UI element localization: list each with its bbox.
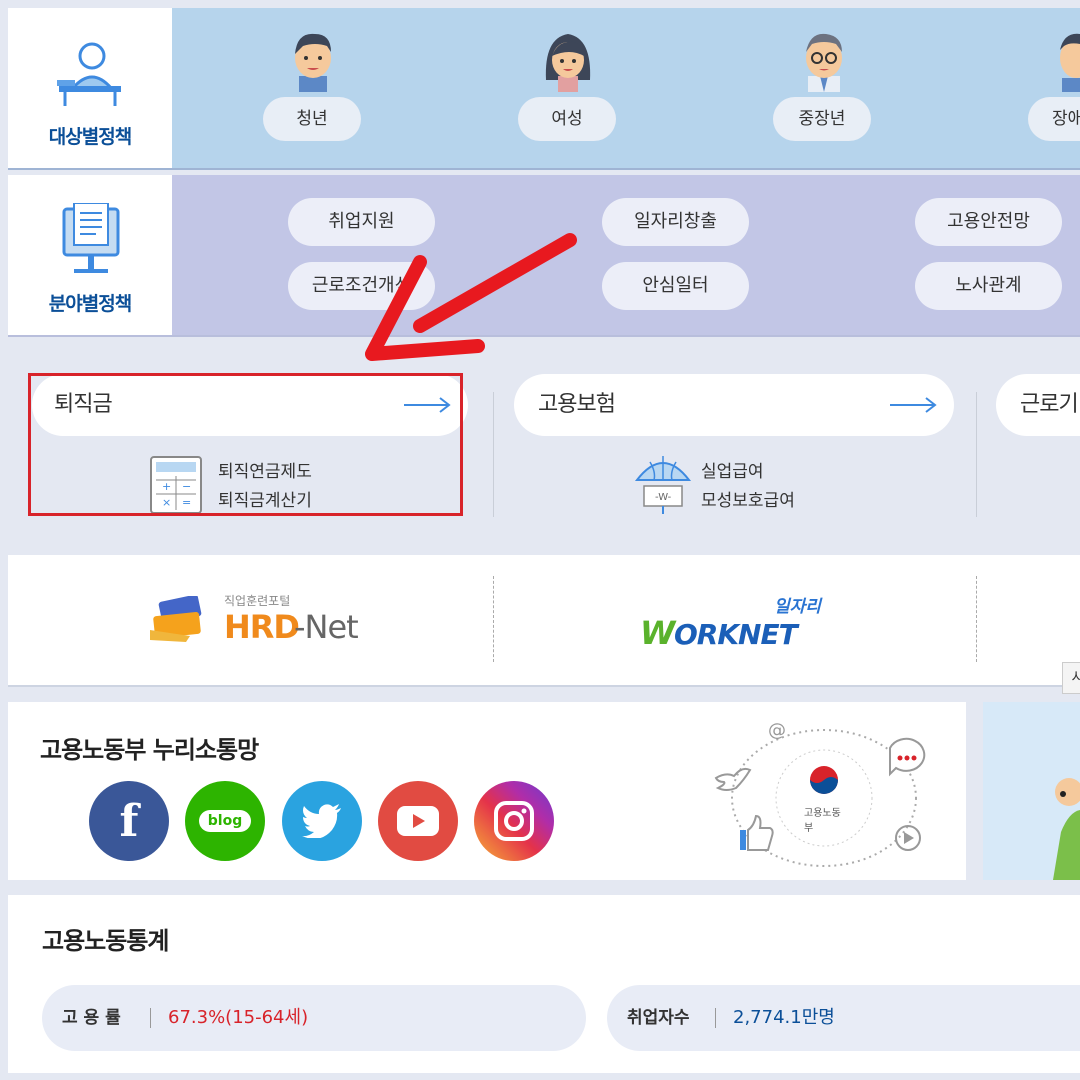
employed-persons-label: 취업자수 [627, 1008, 690, 1028]
hrd-net-name-a: HRD [224, 608, 300, 646]
document-monitor-icon [62, 203, 120, 273]
hrd-net-name-b: -Net [294, 608, 359, 646]
disabled-avatar-icon [1060, 33, 1080, 92]
field-item-safe-workplace[interactable]: 안심일터 [602, 262, 749, 310]
target-policy-title: 대상별정책 [48, 126, 132, 148]
employed-persons-stat[interactable]: 취업자수 2,774.1만명 [607, 985, 1080, 1051]
hrd-net-logo[interactable]: 직업훈련포털 HRD -Net [150, 590, 360, 650]
umbrella-icon: -W- [634, 456, 692, 514]
stat-separator [150, 1008, 151, 1028]
hrd-net-subtitle: 직업훈련포털 [224, 594, 291, 608]
worknet-name-b: ORKNET [674, 618, 798, 651]
hrd-net-emblem-icon [150, 596, 202, 642]
stat-separator [715, 1008, 716, 1028]
labor-standards-card-header[interactable]: 근로기 [996, 374, 1080, 436]
employment-rate-label: 고 용 률 [62, 1008, 121, 1028]
woman-avatar-icon [545, 34, 591, 92]
svg-text:@: @ [768, 720, 786, 741]
youtube-icon[interactable] [378, 781, 458, 861]
social-network-graphic: @ 고용노동부 [712, 718, 932, 868]
worknet-subtitle: 일자리 [774, 597, 821, 617]
facebook-icon[interactable]: f [89, 781, 169, 861]
stats-title: 고용노동통계 [42, 927, 169, 955]
portal-divider [976, 576, 977, 662]
social-title: 고용노동부 누리소통망 [40, 736, 259, 764]
youth-avatar-icon [295, 33, 331, 92]
portal-divider [493, 576, 494, 662]
twitter-bird-icon [302, 804, 341, 838]
right-side-banner[interactable] [983, 702, 1080, 880]
labor-standards-title: 근로기 [1020, 392, 1079, 417]
counselor-icon [57, 42, 121, 106]
field-item-employment-safety-net[interactable]: 고용안전망 [915, 198, 1062, 246]
employment-rate-stat[interactable]: 고 용 률 67.3%(15-64세) [42, 985, 586, 1051]
card-divider [976, 392, 977, 517]
worknet-logo[interactable]: 일자리 W ORKNET [640, 592, 830, 652]
target-item-middle-aged[interactable]: 중장년 [773, 97, 871, 141]
target-item-women[interactable]: 여성 [518, 97, 616, 141]
instagram-icon[interactable] [474, 781, 554, 861]
youtube-play-icon [397, 806, 439, 836]
twitter-icon[interactable] [282, 781, 362, 861]
target-item-disabled[interactable]: 장애 [1028, 97, 1080, 141]
blog-badge: blog [198, 810, 252, 832]
tooltip: 시 [1062, 662, 1080, 694]
target-policy-header[interactable]: 대상별정책 [8, 8, 172, 168]
field-item-job-creation[interactable]: 일자리창출 [602, 198, 749, 246]
row-divider [8, 168, 1080, 170]
svg-text:-W-: -W- [655, 492, 672, 503]
target-item-youth[interactable]: 청년 [263, 97, 361, 141]
employment-insurance-title: 고용보험 [538, 392, 616, 417]
link-maternity-benefit[interactable]: 모성보호급여 [701, 486, 795, 516]
link-unemployment-benefit[interactable]: 실업급여 [701, 457, 764, 487]
employed-persons-value: 2,774.1만명 [733, 1007, 835, 1028]
network-circle-icon: @ [714, 720, 926, 867]
employment-rate-value: 67.3%(15-64세) [168, 1007, 309, 1028]
blog-icon[interactable]: blog [185, 781, 265, 861]
middle-aged-avatar-icon [806, 33, 842, 92]
annotation-arrow-icon [365, 233, 577, 361]
worknet-name-a: W [640, 614, 676, 652]
ministry-label: 고용노동부 [804, 808, 841, 834]
field-policy-title: 분야별정책 [48, 293, 132, 315]
card-divider [493, 392, 494, 517]
field-policy-header[interactable]: 분야별정책 [8, 175, 172, 335]
field-item-labor-relations[interactable]: 노사관계 [915, 262, 1062, 310]
banner-figure-icon [1053, 778, 1080, 880]
highlight-box [28, 373, 463, 516]
arrow-right-icon [890, 397, 937, 413]
employment-insurance-card-header[interactable]: 고용보험 [514, 374, 954, 436]
instagram-camera-icon [494, 801, 534, 841]
